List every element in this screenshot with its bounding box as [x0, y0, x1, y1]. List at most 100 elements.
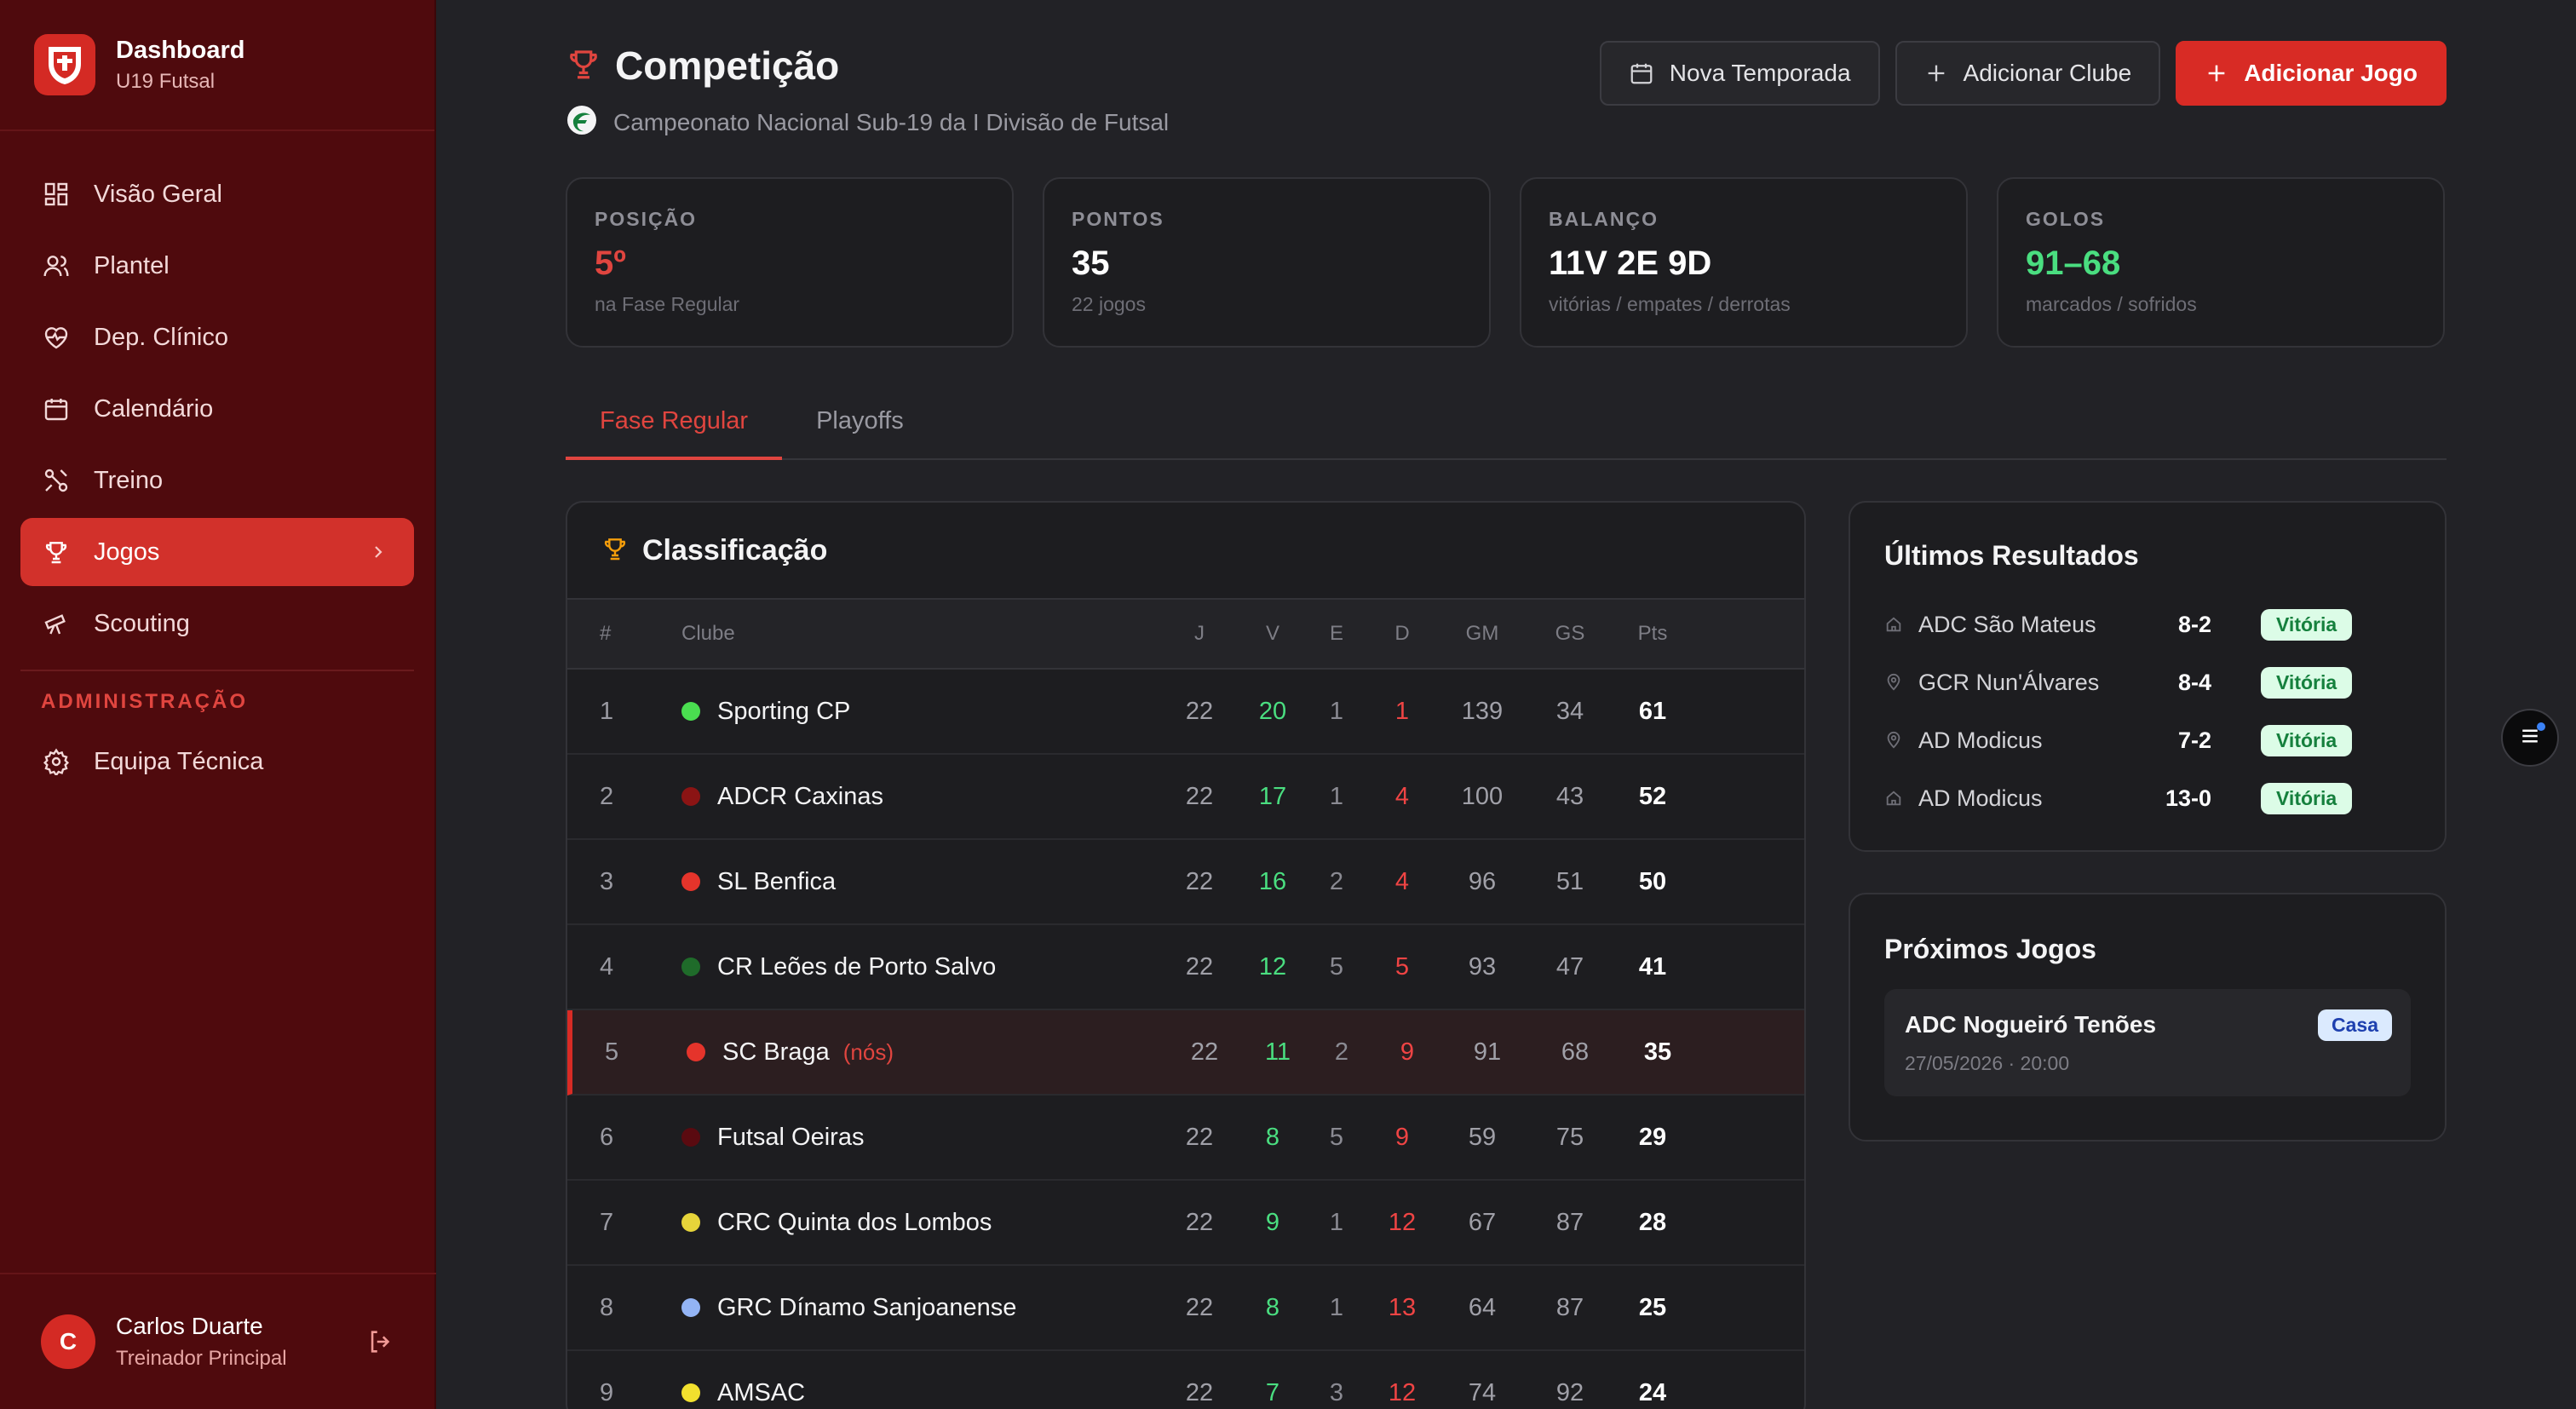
tab-fase-regular[interactable]: Fase Regular: [566, 392, 783, 460]
col-e[interactable]: E: [1315, 622, 1358, 646]
result-badge: Vitória: [2261, 608, 2353, 641]
stat-card-position: POSIÇÃO 5º na Fase Regular: [566, 177, 1014, 348]
row-gm: 100: [1461, 782, 1504, 810]
result-score: 8-2: [2177, 611, 2211, 637]
club-color-dot: [681, 958, 700, 976]
sidebar-item-equipa-tecnica[interactable]: Equipa Técnica: [20, 728, 414, 796]
col-gm[interactable]: GM: [1448, 622, 1516, 646]
result-score: 8-4: [2177, 669, 2211, 695]
row-club: CRC Quinta dos Lombos: [681, 1209, 992, 1237]
sidebar-item-calendario[interactable]: Calendário: [20, 375, 414, 443]
table-row[interactable]: 4 CR Leões de Porto Salvo 22 12 5 5 93 47 41: [567, 925, 1804, 1010]
sidebar-item-scouting[interactable]: Scouting: [20, 589, 414, 658]
sidebar-item-plantel[interactable]: Plantel: [20, 232, 414, 300]
logout-icon[interactable]: [366, 1327, 395, 1360]
sidebar-item-visao-geral[interactable]: Visão Geral: [20, 160, 414, 228]
result-item[interactable]: AD Modicus 7-2 Vitória: [1884, 711, 2411, 769]
stat-note: 22 jogos: [1072, 293, 1146, 315]
table-row[interactable]: 2 ADCR Caxinas 22 17 1 4 100 43 52: [567, 755, 1804, 840]
tab-playoffs[interactable]: Playoffs: [782, 392, 938, 460]
row-d: 4: [1394, 782, 1410, 810]
user-profile: C Carlos Duarte Treinador Principal: [0, 1273, 436, 1409]
row-club: AMSAC: [681, 1379, 805, 1407]
competition-subtitle: Campeonato Nacional Sub-19 da I Divisão …: [613, 108, 1170, 135]
result-score: 7-2: [2177, 727, 2211, 753]
row-v: 17: [1258, 782, 1287, 810]
sidebar-item-label: Plantel: [94, 251, 170, 279]
stat-card-balance: BALANÇO 11V 2E 9D vitórias / empates / d…: [1520, 177, 1968, 348]
row-pts: 29: [1638, 1123, 1667, 1151]
notification-dot: [2537, 722, 2545, 731]
club-name: CR Leões de Porto Salvo: [717, 952, 997, 981]
table-row[interactable]: 5 SC Braga (nós) 22 11 2 9 91 68 35: [567, 1010, 1804, 1096]
row-pts: 35: [1643, 1038, 1672, 1066]
table-row[interactable]: 8 GRC Dínamo Sanjoanense 22 8 1 13 64 87 25: [567, 1266, 1804, 1351]
table-row[interactable]: 9 AMSAC 22 7 3 12 74 92 24: [567, 1351, 1804, 1409]
main-content: Competição Campeonato Nacional Sub-19 da…: [566, 0, 2447, 1409]
sidebar-item-label: Treino: [94, 466, 164, 494]
trophy-icon: [601, 535, 629, 566]
plus-icon: [2205, 61, 2228, 85]
row-d: 12: [1388, 1208, 1417, 1236]
club-color-dot: [681, 1213, 700, 1232]
sidebar-item-treino[interactable]: Treino: [20, 446, 414, 515]
chevron-right-icon: [368, 537, 388, 574]
row-d: 13: [1388, 1293, 1417, 1321]
result-item[interactable]: GCR Nun'Álvares 8-4 Vitória: [1884, 653, 2411, 711]
floating-menu-button[interactable]: [2501, 709, 2559, 767]
new-season-button[interactable]: Nova Temporada: [1599, 41, 1880, 106]
row-j: 22: [1185, 952, 1214, 981]
add-club-button[interactable]: Adicionar Clube: [1895, 41, 2161, 106]
row-j: 22: [1185, 697, 1214, 725]
row-position: 6: [600, 1123, 614, 1151]
stat-note: vitórias / empates / derrotas: [1549, 293, 1791, 315]
row-j: 22: [1185, 1293, 1214, 1321]
sidebar-item-label: Calendário: [94, 394, 214, 423]
table-row[interactable]: 7 CRC Quinta dos Lombos 22 9 1 12 67 87 28: [567, 1181, 1804, 1266]
col-pts[interactable]: Pts: [1619, 622, 1687, 646]
users-icon: [41, 250, 72, 281]
add-game-button[interactable]: Adicionar Jogo: [2176, 41, 2447, 106]
row-d: 12: [1388, 1378, 1417, 1406]
col-d[interactable]: D: [1377, 622, 1428, 646]
club-name: Futsal Oeiras: [717, 1123, 865, 1151]
club-name: AMSAC: [717, 1378, 806, 1406]
telescope-icon: [41, 608, 72, 639]
row-position: 2: [600, 782, 614, 810]
table-row[interactable]: 3 SL Benfica 22 16 2 4 96 51 50: [567, 840, 1804, 925]
table-row[interactable]: 1 Sporting CP 22 20 1 1 139 34 61: [567, 670, 1804, 755]
club-name: SL Benfica: [717, 867, 837, 895]
sidebar-item-jogos[interactable]: Jogos: [20, 518, 414, 586]
col-v[interactable]: V: [1247, 622, 1298, 646]
nav-section-admin: ADMINISTRAÇÃO: [41, 690, 248, 713]
sidebar-item-dep-clinico[interactable]: Dep. Clínico: [20, 303, 414, 371]
upcoming-game-item[interactable]: ADC Nogueiró Tenões 27/05/2026 · 20:00 C…: [1884, 989, 2411, 1096]
table-row[interactable]: 6 Futsal Oeiras 22 8 5 9 59 75 29: [567, 1096, 1804, 1181]
row-position: 3: [600, 867, 614, 895]
calendar-icon: [1629, 60, 1654, 86]
stat-label: PONTOS: [1072, 208, 1164, 230]
grid-icon: [41, 179, 72, 210]
standings-title: Classificação: [642, 533, 828, 566]
row-gs: 87: [1555, 1208, 1584, 1236]
nav-divider: [20, 670, 414, 671]
col-pos[interactable]: #: [600, 622, 624, 646]
add-club-label: Adicionar Clube: [1963, 60, 2132, 86]
upcoming-games-card: Próximos Jogos ADC Nogueiró Tenões 27/05…: [1849, 893, 2447, 1142]
brand-title: Dashboard: [116, 36, 245, 64]
map-pin-icon: [1884, 673, 1903, 692]
result-item[interactable]: ADC São Mateus 8-2 Vitória: [1884, 595, 2411, 653]
club-color-dot: [687, 1043, 705, 1061]
row-gs: 68: [1561, 1038, 1590, 1066]
upcoming-datetime: 27/05/2026 · 20:00: [1905, 1052, 2070, 1074]
standings-rows: 1 Sporting CP 22 20 1 1 139 34 61 2 ADCR Caxinas 22…: [567, 670, 1804, 1409]
club-color-dot: [681, 1298, 700, 1317]
result-item[interactable]: AD Modicus 13-0 Vitória: [1884, 769, 2411, 827]
result-team: GCR Nun'Álvares: [1918, 669, 2100, 695]
col-club[interactable]: Clube: [681, 622, 735, 646]
col-j[interactable]: J: [1174, 622, 1225, 646]
row-v: 20: [1258, 697, 1287, 725]
col-gs[interactable]: GS: [1540, 622, 1600, 646]
row-position: 8: [600, 1293, 614, 1321]
row-club: ADCR Caxinas: [681, 783, 883, 811]
